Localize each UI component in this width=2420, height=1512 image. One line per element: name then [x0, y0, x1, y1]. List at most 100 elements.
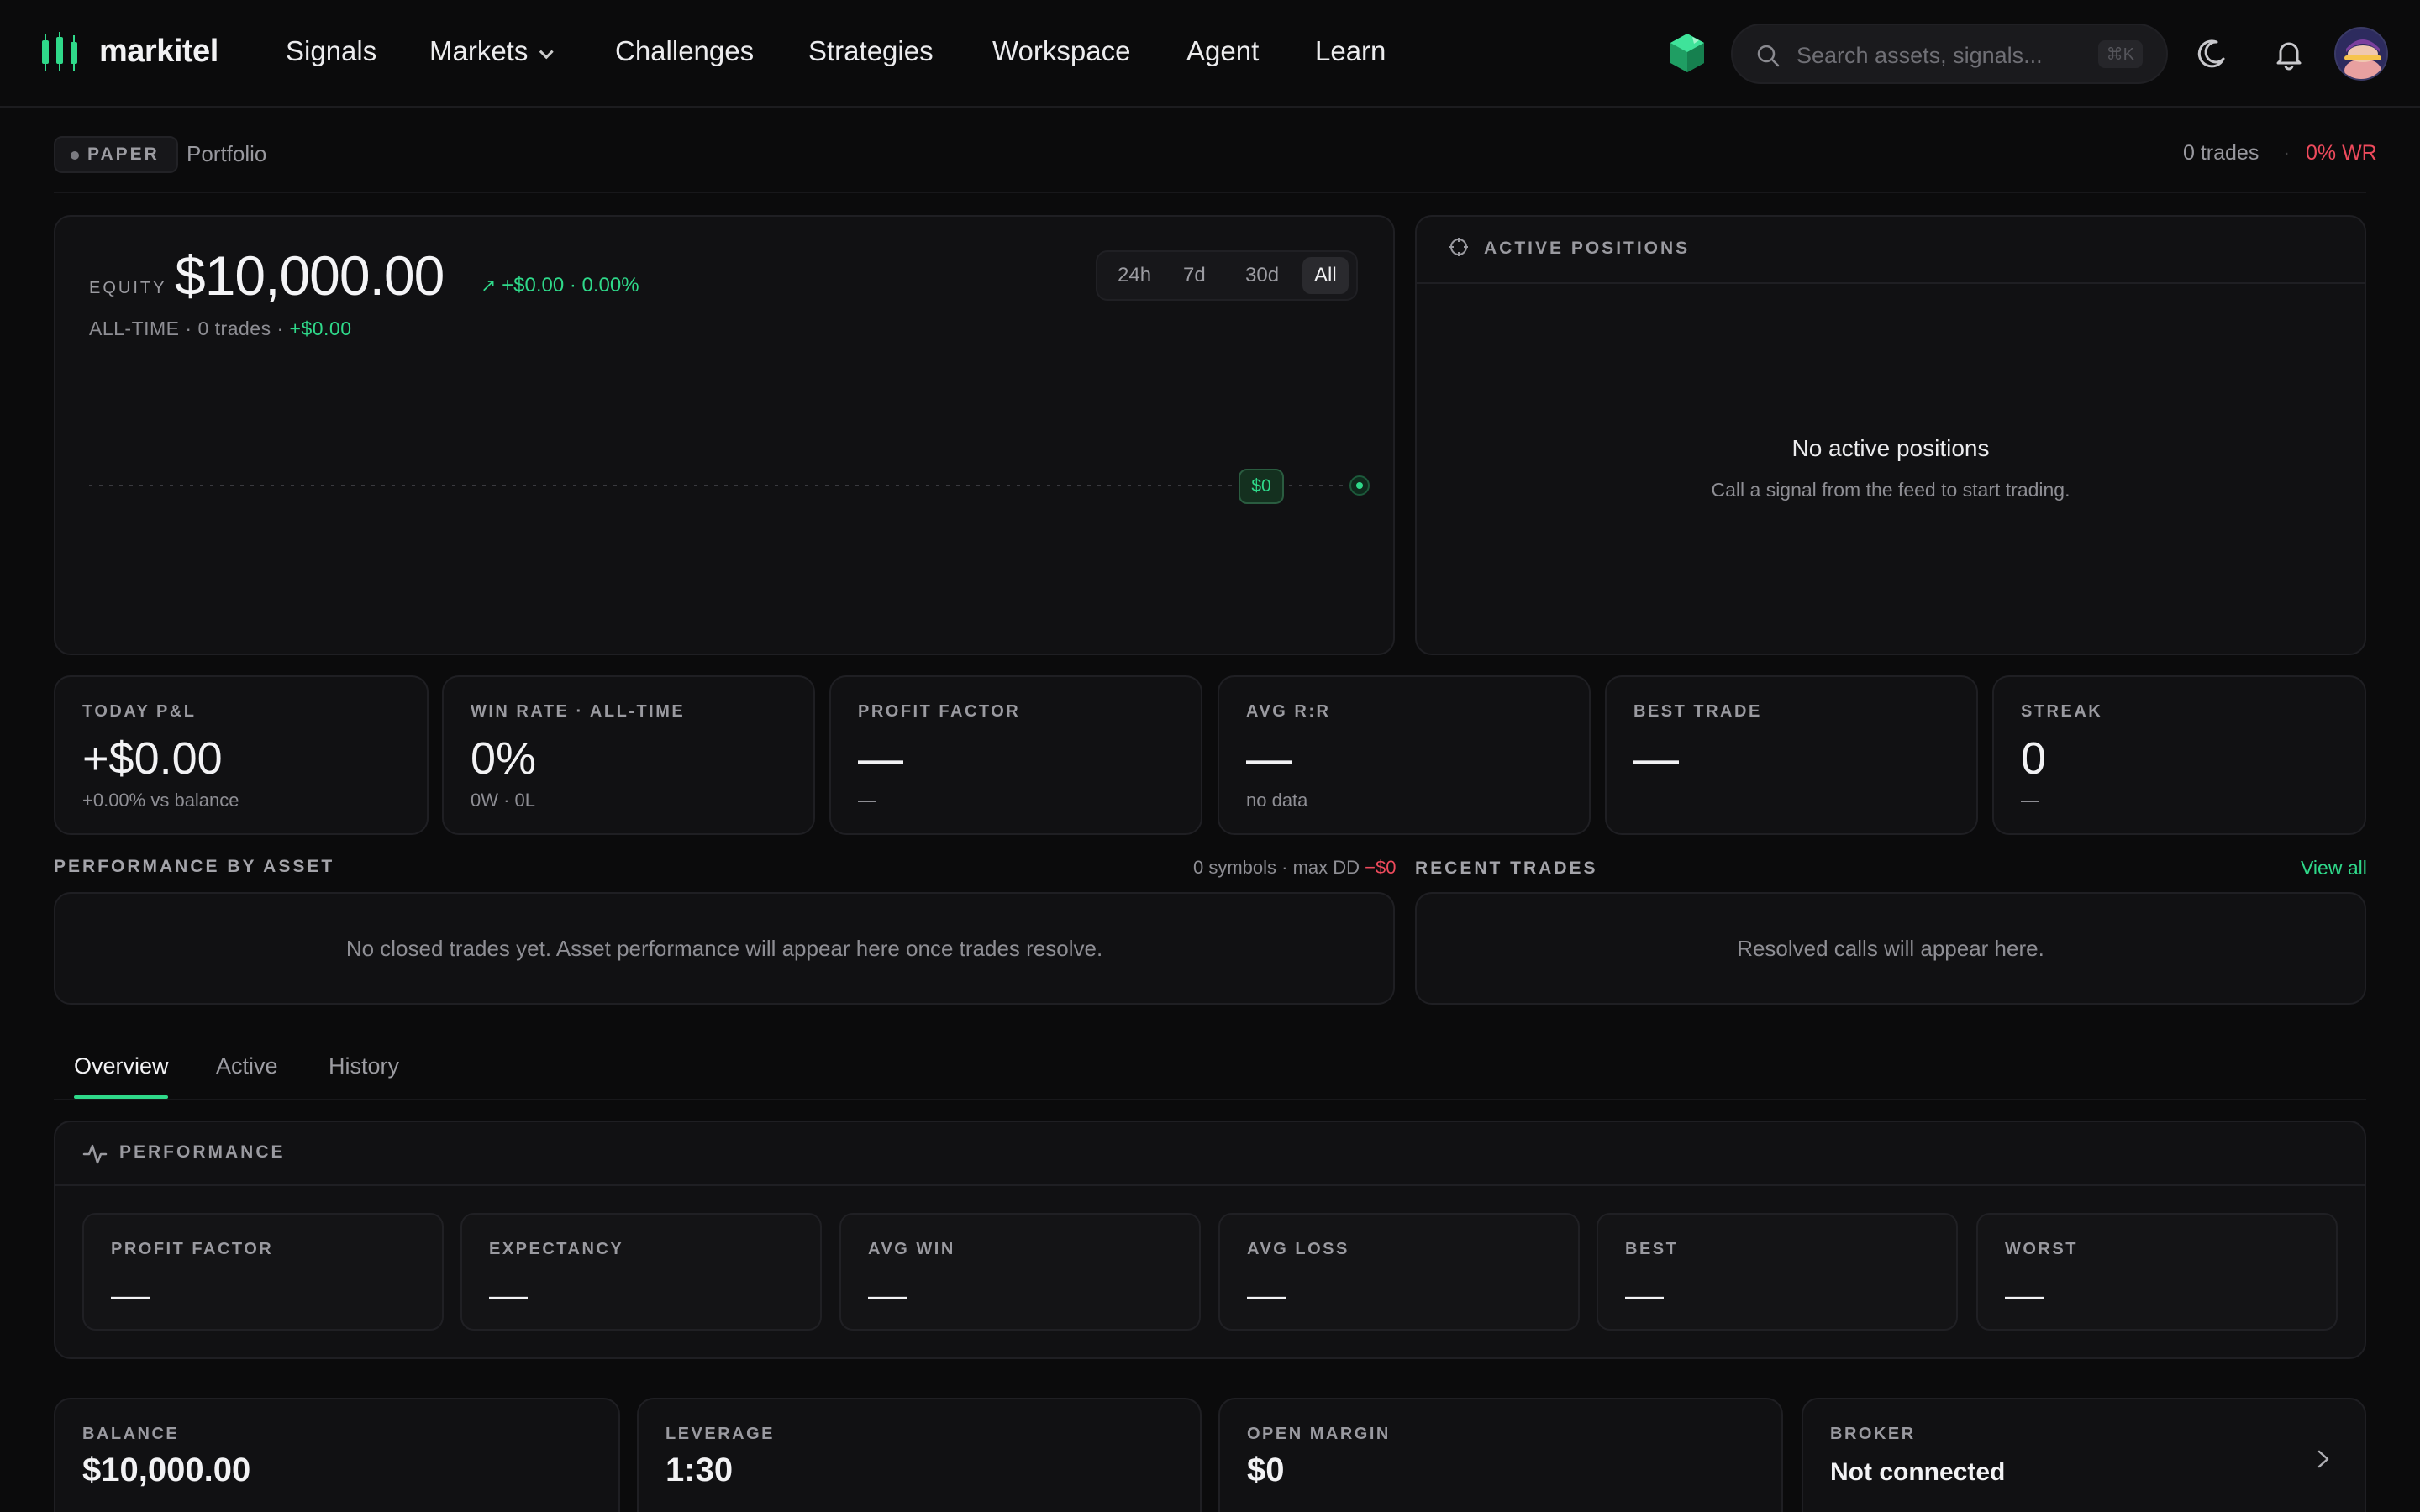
perf-value: — — [489, 1273, 528, 1316]
nav-workspace[interactable]: Workspace — [992, 35, 1130, 67]
account-card-open-margin: OPEN MARGIN $0 — [1218, 1398, 1783, 1512]
perf-label: AVG LOSS — [1247, 1240, 1349, 1258]
perf-value: — — [111, 1273, 150, 1316]
mode-badge: PAPER — [54, 136, 178, 173]
stat-card-avg-rr: AVG R:R — no data — [1218, 675, 1591, 835]
chevron-down-icon — [539, 45, 555, 60]
perf-by-asset-title: PERFORMANCE BY ASSET — [54, 857, 335, 876]
perf-card-expectancy: EXPECTANCY — — [460, 1213, 822, 1331]
perf-by-asset-meta-text: 0 symbols · max DD — [1193, 857, 1365, 878]
top-navigation: markitel Signals Markets Challenges Stra… — [0, 0, 2420, 108]
stat-card-profit-factor: PROFIT FACTOR — — — [829, 675, 1202, 835]
nav-learn[interactable]: Learn — [1315, 35, 1386, 67]
crosshair-icon — [1449, 238, 1468, 256]
search-shortcut: ⌘K — [2097, 40, 2143, 68]
active-positions-empty-title: No active positions — [1791, 435, 1990, 461]
equity-endpoint-dot — [1356, 482, 1363, 489]
nav-challenges[interactable]: Challenges — [615, 35, 754, 67]
stat-sub: no data — [1246, 790, 1308, 811]
equity-marker-label: $0 — [1239, 469, 1284, 504]
moon-icon[interactable] — [2191, 34, 2232, 74]
stat-value: 0% — [471, 733, 537, 784]
account-label: LEVERAGE — [666, 1425, 776, 1443]
win-rate-summary: 0% WR — [2306, 141, 2377, 165]
recent-trades-card: Resolved calls will appear here. — [1415, 892, 2366, 1005]
equity-chart — [89, 475, 1370, 496]
avatar-image — [2336, 29, 2386, 79]
separator: · — [2283, 141, 2291, 165]
stat-label: WIN RATE · ALL-TIME — [471, 702, 686, 721]
equity-value: $10,000.00 — [175, 244, 445, 307]
max-drawdown: −$0 — [1365, 857, 1397, 878]
perf-label: AVG WIN — [868, 1240, 955, 1258]
performance-card: PERFORMANCE PROFIT FACTOR — EXPECTANCY —… — [54, 1121, 2366, 1359]
perf-by-asset-meta: 0 symbols · max DD −$0 — [1193, 857, 1396, 879]
divider — [55, 1184, 2365, 1186]
perf-value: — — [2005, 1273, 2044, 1316]
equity-subtitle-text: ALL-TIME · 0 trades · — [89, 318, 290, 339]
range-30d[interactable]: 30d — [1234, 257, 1291, 294]
stat-card-today-pnl: TODAY P&L +$0.00 +0.00% vs balance — [54, 675, 429, 835]
stat-card-best-trade: BEST TRADE — — [1605, 675, 1978, 835]
account-label: BROKER — [1830, 1425, 1916, 1443]
page-title: Portfolio — [187, 141, 267, 166]
range-7d[interactable]: 7d — [1171, 257, 1218, 294]
tab-history[interactable]: History — [329, 1053, 399, 1079]
tab-overview[interactable]: Overview — [74, 1053, 169, 1079]
nav-markets-label: Markets — [429, 35, 529, 66]
gem-icon[interactable] — [1669, 32, 1706, 74]
recent-trades-empty: Resolved calls will appear here. — [1737, 936, 2044, 961]
equity-subtitle: ALL-TIME · 0 trades · +$0.00 — [89, 318, 352, 340]
perf-label: PROFIT FACTOR — [111, 1240, 274, 1258]
tab-active[interactable]: Active — [216, 1053, 278, 1079]
perf-value: — — [1625, 1273, 1664, 1316]
stat-sub: +0.00% vs balance — [82, 790, 239, 811]
stat-label: STREAK — [2021, 702, 2103, 721]
nav-signals[interactable]: Signals — [286, 35, 376, 67]
stat-card-streak: STREAK 0 — — [1992, 675, 2366, 835]
account-value: Not connected — [1830, 1458, 2006, 1486]
equity-label: EQUITY — [89, 279, 167, 297]
perf-value: — — [1247, 1273, 1286, 1316]
equity-change: ↗ +$0.00 · 0.00% — [481, 274, 639, 297]
account-label: BALANCE — [82, 1425, 180, 1443]
arrow-up-right-icon: ↗ — [481, 275, 497, 296]
brand-name[interactable]: markitel — [99, 34, 218, 70]
trade-count: 0 trades — [2183, 141, 2260, 165]
perf-by-asset-empty: No closed trades yet. Asset performance … — [345, 936, 1103, 961]
divider — [1417, 282, 2365, 284]
nav-agent[interactable]: Agent — [1186, 35, 1259, 67]
nav-strategies[interactable]: Strategies — [808, 35, 934, 67]
stat-card-win-rate: WIN RATE · ALL-TIME 0% 0W · 0L — [442, 675, 815, 835]
bell-icon[interactable] — [2269, 34, 2309, 74]
chevron-right-icon — [2317, 1450, 2329, 1468]
range-24h[interactable]: 24h — [1106, 257, 1163, 294]
stat-label: AVG R:R — [1246, 702, 1331, 721]
account-value: $10,000.00 — [82, 1452, 251, 1488]
range-selector: 24h 7d 30d All — [1096, 250, 1358, 301]
logo-icon[interactable] — [40, 30, 79, 74]
avatar[interactable] — [2334, 27, 2388, 81]
active-positions-title: ACTIVE POSITIONS — [1484, 239, 1691, 258]
stat-value: — — [1246, 733, 1292, 784]
view-all-link[interactable]: View all — [2301, 857, 2367, 879]
divider — [54, 192, 2366, 193]
nav-markets[interactable]: Markets — [429, 35, 555, 67]
perf-by-asset-card: No closed trades yet. Asset performance … — [54, 892, 1395, 1005]
account-card-broker[interactable]: BROKER Not connected — [1802, 1398, 2366, 1512]
recent-trades-title: RECENT TRADES — [1415, 858, 1598, 878]
active-tab-indicator — [74, 1095, 168, 1099]
stat-label: PROFIT FACTOR — [858, 702, 1021, 721]
perf-value: — — [868, 1273, 907, 1316]
search-icon — [1757, 45, 1780, 67]
search-input[interactable] — [1797, 42, 2065, 69]
search-bar[interactable]: ⌘K — [1731, 24, 2168, 84]
perf-label: BEST — [1625, 1240, 1679, 1258]
account-card-leverage: LEVERAGE 1:30 — [637, 1398, 1202, 1512]
perf-card-avg-loss: AVG LOSS — — [1218, 1213, 1580, 1331]
stat-value: +$0.00 — [82, 733, 223, 784]
perf-label: EXPECTANCY — [489, 1240, 624, 1258]
perf-card-worst: WORST — — [1976, 1213, 2338, 1331]
range-all[interactable]: All — [1302, 257, 1349, 294]
perf-card-profit-factor: PROFIT FACTOR — — [82, 1213, 444, 1331]
